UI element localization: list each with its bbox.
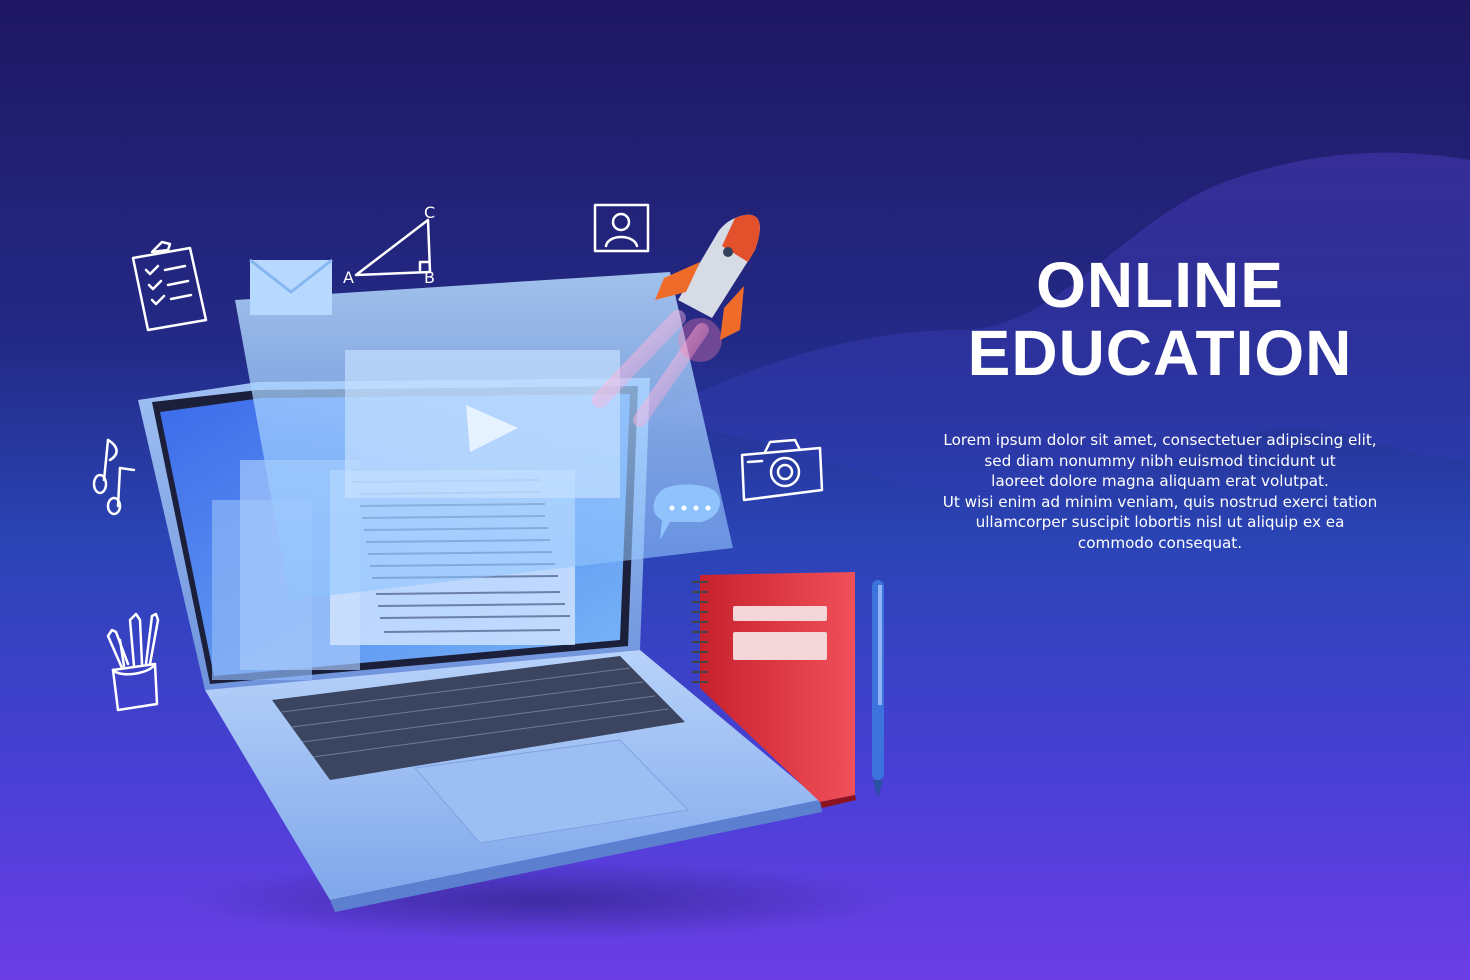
triangle-geometry-icon — [354, 218, 432, 277]
diagram-label-b: B — [424, 268, 435, 287]
banner: A B C ONLINE EDUCATION Lorem ipsum dolor… — [0, 0, 1470, 980]
description-line: Ut wisi enim ad minim veniam, quis nostr… — [942, 492, 1378, 511]
description-line: sed diam nonummy nibh euismod tincidunt … — [984, 451, 1336, 470]
floating-window — [235, 258, 733, 600]
description-line: commodo consequat. — [1077, 533, 1243, 552]
camera-icon — [740, 438, 824, 502]
mail-envelope-icon — [249, 258, 333, 315]
diagram-label-c: C — [424, 203, 435, 222]
description: Lorem ipsum dolor sit amet, consectetuer… — [925, 430, 1395, 554]
clipboard-checklist-icon — [131, 240, 208, 332]
description-line: laoreet dolore magna aliquam erat volutp… — [991, 472, 1329, 491]
notebook-label — [733, 606, 827, 621]
description-line: Lorem ipsum dolor sit amet, consectetuer… — [943, 431, 1377, 449]
description-line: ullamcorper suscipit lobortis nisl ut al… — [975, 513, 1345, 532]
heading-line-1: ONLINE — [1036, 249, 1284, 321]
diagram-label-a: A — [343, 268, 354, 287]
pen — [872, 580, 884, 798]
pencil-cup-icon — [106, 612, 160, 712]
laptop-shadow — [180, 860, 900, 940]
heading-line-2: EDUCATION — [967, 317, 1353, 389]
music-note-icon — [92, 438, 136, 516]
profile-card-icon — [593, 203, 650, 253]
